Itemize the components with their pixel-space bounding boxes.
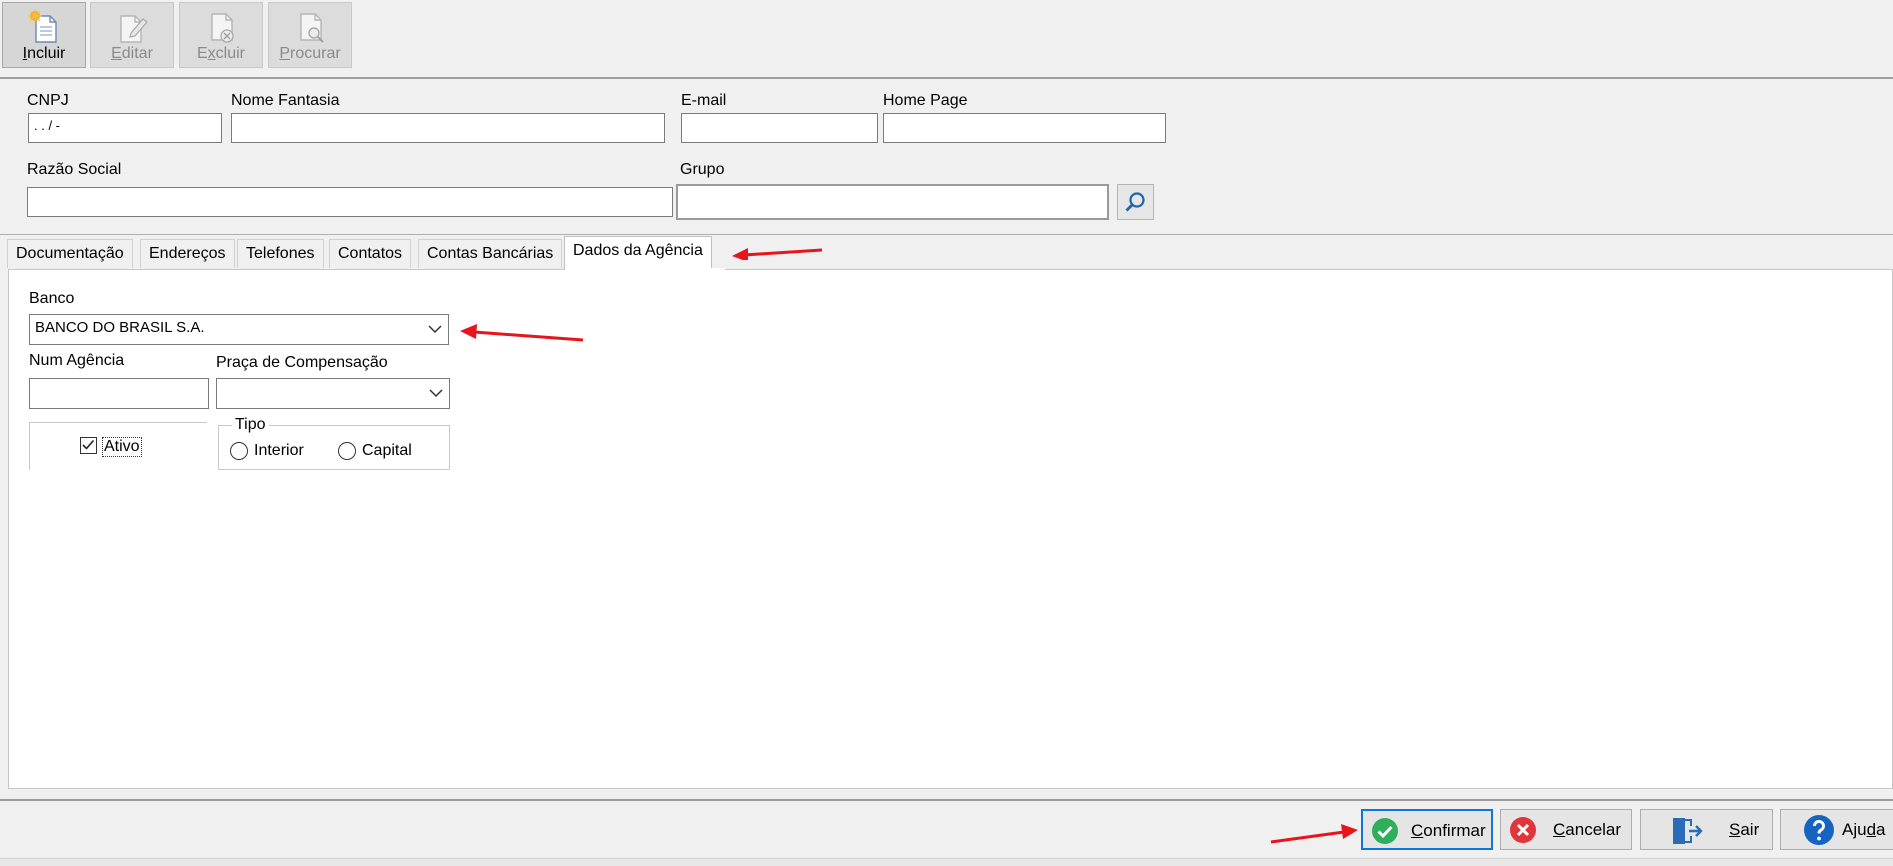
tipo-interior-label[interactable]: Interior [254, 442, 304, 460]
tab-documentacao[interactable]: Documentação [7, 239, 133, 268]
cnpj-label: CNPJ [27, 92, 69, 109]
praca-label: Praça de Compensação [216, 354, 388, 371]
tipo-capital-radio[interactable] [338, 442, 356, 460]
header-divider [0, 234, 1893, 235]
editar-button[interactable]: Editar [90, 2, 174, 68]
cancelar-label: Cancelar [1553, 820, 1622, 839]
footer-divider [0, 799, 1893, 801]
grupo-search-button[interactable] [1117, 184, 1154, 220]
banco-combobox[interactable]: BANCO DO BRASIL S.A. [29, 314, 449, 345]
confirmar-button[interactable]: Confirmar [1361, 809, 1493, 850]
active-tab-joiner [565, 268, 725, 271]
incluir-button[interactable]: Incluir [2, 2, 86, 68]
tab-telefones[interactable]: Telefones [237, 239, 324, 268]
tab-contas-bancarias[interactable]: Contas Bancárias [418, 239, 563, 268]
num-agencia-field[interactable] [29, 378, 209, 409]
procurar-button[interactable]: Procurar [268, 2, 352, 68]
magnifier-icon [1125, 192, 1145, 212]
question-circle-icon [1804, 815, 1834, 845]
email-label: E-mail [681, 92, 727, 109]
sair-button[interactable]: Sair [1640, 809, 1773, 850]
nome-fantasia-field[interactable] [231, 113, 665, 143]
razao-social-label: Razão Social [27, 161, 122, 178]
chevron-down-icon [428, 325, 442, 334]
email-field[interactable] [681, 113, 878, 143]
annotation-arrow [460, 324, 584, 342]
grupo-label: Grupo [680, 161, 725, 178]
banco-label: Banco [29, 290, 75, 307]
search-document-icon [300, 13, 324, 43]
annotation-arrow [1270, 824, 1358, 844]
nome-fantasia-label: Nome Fantasia [231, 92, 340, 109]
edit-document-icon [120, 15, 148, 43]
chevron-down-icon [429, 389, 443, 398]
num-agencia-label: Num Agência [29, 352, 125, 369]
tab-contatos[interactable]: Contatos [329, 239, 412, 268]
x-circle-icon [1510, 817, 1536, 843]
ajuda-button[interactable]: Ajuda [1780, 809, 1893, 850]
cancelar-button[interactable]: Cancelar [1500, 809, 1632, 850]
procurar-label: Procurar [279, 45, 341, 62]
annotation-arrow [732, 248, 823, 260]
cnpj-field[interactable]: . . / - [28, 113, 222, 143]
new-document-icon [28, 9, 57, 43]
toolbar-divider [0, 77, 1893, 79]
tab-dados-da-agencia[interactable]: Dados da Agência [564, 236, 712, 270]
agencia-panel [8, 269, 1893, 789]
tipo-interior-radio[interactable] [230, 442, 248, 460]
excluir-button[interactable]: Excluir [179, 2, 263, 68]
editar-label: Editar [111, 45, 153, 62]
razao-social-field[interactable] [27, 187, 673, 217]
incluir-label: Incluir [22, 45, 66, 62]
delete-document-icon [211, 13, 234, 43]
home-page-field[interactable] [883, 113, 1166, 143]
confirmar-label: Confirmar [1411, 821, 1486, 840]
sair-label: Sair [1729, 820, 1760, 839]
home-page-label: Home Page [883, 92, 968, 109]
tipo-label: Tipo [232, 416, 269, 434]
tab-enderecos[interactable]: Endereços [140, 239, 235, 268]
grupo-field[interactable] [676, 184, 1109, 220]
exit-door-icon [1673, 818, 1703, 844]
check-circle-icon [1372, 818, 1398, 844]
tipo-capital-label[interactable]: Capital [362, 442, 412, 460]
checkmark-icon [82, 439, 95, 450]
banco-value: BANCO DO BRASIL S.A. [35, 319, 205, 336]
excluir-label: Excluir [196, 45, 245, 62]
praca-combobox[interactable] [216, 378, 450, 409]
ajuda-label: Ajuda [1842, 820, 1886, 839]
ativo-checkbox[interactable] [80, 437, 97, 454]
ativo-label[interactable]: Ativo [102, 437, 142, 457]
